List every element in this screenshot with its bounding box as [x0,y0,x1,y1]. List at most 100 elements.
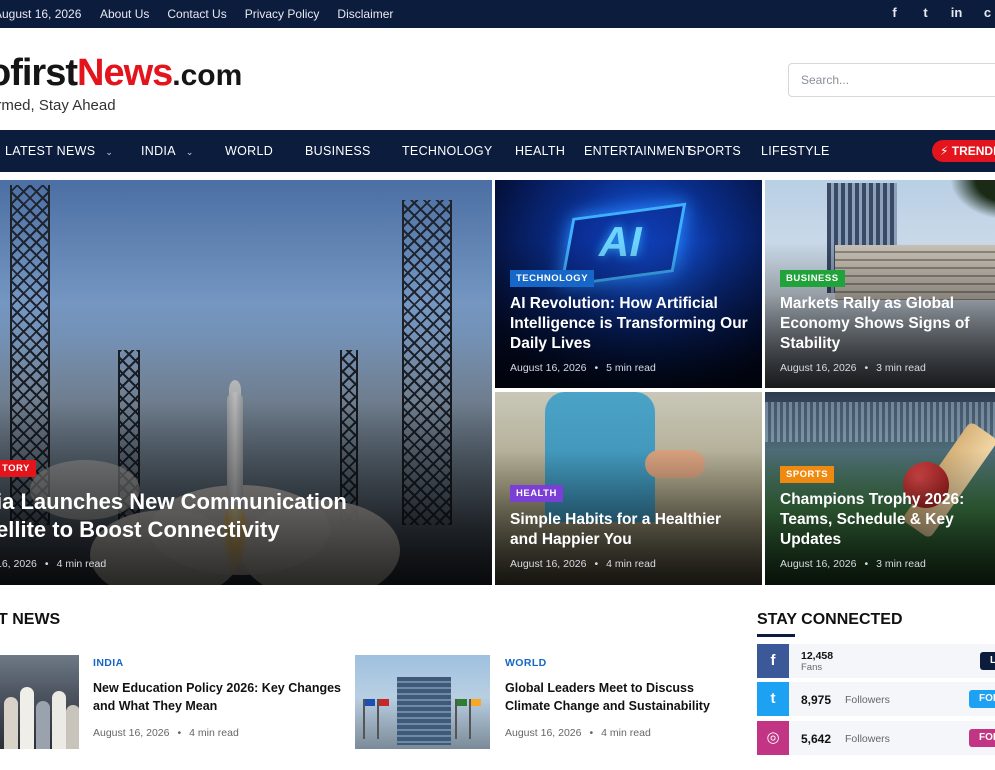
main-nav: LATEST NEWS ⌄ INDIA ⌄ WORLD BUSINESS TECHN… [0,130,995,172]
top-link-privacy[interactable]: Privacy Policy [245,7,320,21]
news-thumbnail[interactable] [0,655,79,749]
top-link-about[interactable]: About Us [100,7,149,21]
hero-health-title[interactable]: Simple Habits for a Healthier and Happie… [510,510,750,550]
news-title[interactable]: New Education Policy 2026: Key Changes a… [93,680,343,715]
crowd-person [52,691,66,749]
read-time: 3 min read [876,362,926,374]
flag [469,699,481,739]
facebook-like-button[interactable]: LIKE [980,652,995,670]
twitter-icon[interactable]: t [757,682,789,716]
hero-main-card[interactable]: TORY ia Launches New Communication ellit… [0,180,492,585]
category-badge[interactable]: SPORTS [780,466,835,483]
post-date: August 16, 2026 [93,727,170,739]
hero-technology-title[interactable]: AI Revolution: How Artificial Intelligen… [510,294,750,353]
nav-business[interactable]: BUSINESS [305,144,371,158]
news-meta: August 16, 2026 • 4 min read [505,727,651,739]
latest-news-heading: T NEWS [0,611,61,628]
logo-part-1: ofirst [0,52,78,94]
post-date: 16, 2026 [0,558,37,570]
hero-main-title-line: ia Launches New Communication [0,489,347,514]
social-count: 12,458 [801,650,834,662]
trending-button[interactable]: ⚡ TRENDIN [932,140,995,162]
category-badge[interactable]: BUSINESS [780,270,845,287]
un-building [397,677,451,745]
news-thumbnail[interactable] [355,655,490,749]
news-category[interactable]: INDIA [93,657,124,669]
hero-business-meta: August 16, 2026 • 3 min read [780,362,926,374]
nav-world[interactable]: WORLD [225,144,273,158]
nav-sports[interactable]: SPORTS [688,144,741,158]
site-logo[interactable]: ofirstNews.com [0,52,242,95]
social-row-twitter: t 8,975 Followers FOLLOW [757,682,995,716]
logo-part-3: .com [172,59,243,92]
hero-business-card[interactable]: BUSINESS Markets Rally as Global Economy… [765,180,995,388]
crowd-person [4,697,18,749]
read-time: 3 min read [876,558,926,570]
twitter-follow-button[interactable]: FOLLOW [969,690,995,708]
facebook-icon[interactable]: f [887,5,902,20]
read-time: 5 min read [606,362,656,374]
social-label: Followers [845,733,890,745]
nav-technology[interactable]: TECHNOLOGY [402,144,493,158]
linkedin-icon[interactable]: in [949,5,964,20]
nav-lifestyle[interactable]: LIFESTYLE [761,144,830,158]
hero-technology-card[interactable]: AI TECHNOLOGY AI Revolution: How Artific… [495,180,762,388]
site-tagline: ormed, Stay Ahead [0,97,116,114]
social-row-instagram: ◎ 5,642 Followers FOLLOW [757,721,995,755]
hero-main-meta: 16, 2026 • 4 min read [0,558,106,570]
read-time: 4 min read [189,727,239,739]
nav-latest-news[interactable]: LATEST NEWS ⌄ [5,144,113,158]
social-label: Followers [845,694,890,706]
facebook-icon[interactable]: f [757,644,789,678]
more-social-icon[interactable]: c [980,5,995,20]
category-badge[interactable]: HEALTH [510,485,563,502]
category-badge[interactable]: TORY [0,460,36,477]
heading-underline [757,634,795,637]
instagram-follow-button[interactable]: FOLLOW [969,729,995,747]
logo-part-2: News [77,52,173,94]
crowd-person [36,701,50,749]
read-time: 4 min read [606,558,656,570]
hero-main-title[interactable]: ia Launches New Communication ellite to … [0,488,347,544]
top-date: August 16, 2026 [0,7,82,21]
read-time: 4 min read [601,727,651,739]
top-bar: August 16, 2026 About Us Contact Us Priv… [0,0,995,28]
hero-sports-card[interactable]: SPORTS Champions Trophy 2026: Teams, Sch… [765,392,995,585]
post-date: August 16, 2026 [780,362,857,374]
hero-business-title[interactable]: Markets Rally as Global Economy Shows Si… [780,294,985,353]
top-links: About Us Contact Us Privacy Policy Discl… [100,7,393,21]
top-social: f t in c [887,5,995,20]
palm-tree [950,180,995,220]
social-count: 8,975 [801,693,832,707]
news-category[interactable]: WORLD [505,657,547,669]
top-link-disclaimer[interactable]: Disclaimer [337,7,393,21]
search-input[interactable] [788,63,995,97]
hero-health-card[interactable]: HEALTH Simple Habits for a Healthier and… [495,392,762,585]
top-link-contact[interactable]: Contact Us [167,7,226,21]
category-badge[interactable]: TECHNOLOGY [510,270,595,287]
news-meta: August 16, 2026 • 4 min read [93,727,239,739]
social-count: 5,642 [801,732,832,746]
news-title[interactable]: Global Leaders Meet to Discuss Climate C… [505,680,720,715]
instagram-icon[interactable]: ◎ [757,721,789,755]
hero-technology-meta: August 16, 2026 • 5 min read [510,362,656,374]
read-time: 4 min read [56,558,107,570]
flag [377,699,389,739]
nav-health[interactable]: HEALTH [515,144,565,158]
post-date: August 16, 2026 [780,558,857,570]
stay-connected-heading: STAY CONNECTED [757,611,903,628]
flag [363,699,375,739]
chevron-down-icon: ⌄ [105,147,114,157]
hero-sports-title[interactable]: Champions Trophy 2026: Teams, Schedule &… [780,490,985,549]
post-date: August 16, 2026 [510,558,587,570]
nav-label: INDIA [141,144,176,158]
chevron-down-icon: ⌄ [185,147,194,157]
nav-entertainment[interactable]: ENTERTAINMENT [584,144,693,158]
crowd-person [66,705,79,749]
hero-health-meta: August 16, 2026 • 4 min read [510,558,656,570]
flag [455,699,467,739]
twitter-icon[interactable]: t [918,5,933,20]
social-label: Fans [801,662,823,673]
social-row-facebook: f 12,458 Fans LIKE [757,644,995,678]
nav-india[interactable]: INDIA ⌄ [141,144,194,158]
